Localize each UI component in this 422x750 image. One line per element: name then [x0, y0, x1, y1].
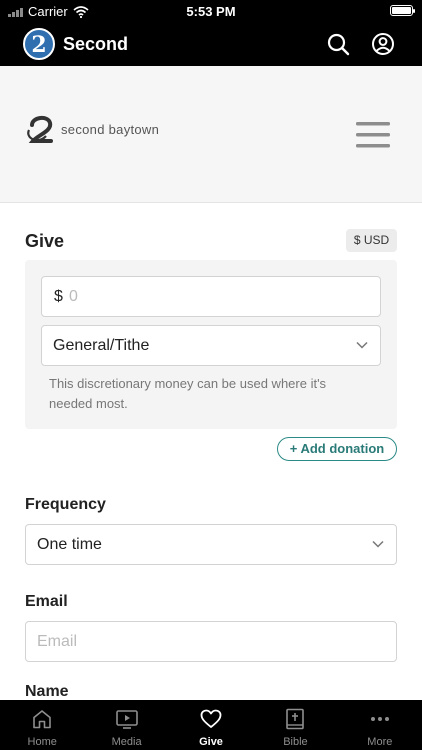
- status-bar: Carrier 5:53 PM: [0, 0, 422, 22]
- amount-currency-symbol: $: [54, 288, 63, 305]
- app-title: Second: [63, 34, 129, 54]
- more-icon: [370, 717, 389, 721]
- battery-icon: [390, 5, 415, 16]
- tab-label: Media: [111, 736, 142, 748]
- email-input[interactable]: [37, 622, 387, 661]
- chevron-down-icon: [356, 341, 368, 349]
- tab-label: Bible: [283, 736, 308, 748]
- media-icon: [115, 710, 138, 729]
- give-title: Give: [25, 231, 65, 251]
- heart-icon: [200, 709, 222, 728]
- tab-give[interactable]: Give: [169, 700, 253, 750]
- site-logo[interactable]: second baytown: [26, 114, 159, 144]
- account-icon[interactable]: [371, 32, 395, 56]
- bible-icon: [286, 708, 305, 730]
- search-icon[interactable]: [326, 32, 350, 56]
- status-time: 5:53 PM: [186, 4, 236, 19]
- hamburger-menu-icon[interactable]: [356, 122, 390, 148]
- add-donation-button[interactable]: + Add donation: [277, 437, 397, 461]
- chevron-down-icon: [372, 540, 384, 548]
- tab-media[interactable]: Media: [84, 700, 168, 750]
- currency-selector[interactable]: $ USD: [346, 229, 397, 252]
- site-logo-text: second baytown: [61, 121, 160, 137]
- email-field[interactable]: [25, 621, 397, 662]
- tab-label: Give: [199, 736, 223, 748]
- amount-input[interactable]: [69, 277, 369, 316]
- app-header: 2 Second: [0, 22, 422, 66]
- name-label: Name: [25, 683, 69, 700]
- frequency-select-value: One time: [37, 536, 102, 553]
- tab-label: Home: [27, 736, 57, 748]
- frequency-select[interactable]: One time: [25, 524, 397, 565]
- amount-field[interactable]: $: [41, 276, 381, 317]
- home-icon: [33, 710, 52, 729]
- tab-bible[interactable]: Bible: [253, 700, 337, 750]
- church-logo-icon: [27, 116, 53, 143]
- fund-select-value: General/Tithe: [53, 337, 150, 354]
- tab-label: More: [367, 736, 393, 748]
- fund-select[interactable]: General/Tithe: [41, 325, 381, 366]
- site-header: second baytown: [0, 66, 422, 203]
- frequency-label: Frequency: [25, 496, 106, 513]
- app-logo-icon: 2: [23, 28, 55, 60]
- tab-more[interactable]: More: [338, 700, 422, 750]
- app-logo-glyph: 2: [31, 32, 47, 58]
- tab-bar: Home Media Give Bible More: [0, 700, 422, 750]
- fund-description: This discretionary money can be used whe…: [49, 376, 327, 411]
- email-label: Email: [25, 593, 68, 610]
- tab-home[interactable]: Home: [0, 700, 84, 750]
